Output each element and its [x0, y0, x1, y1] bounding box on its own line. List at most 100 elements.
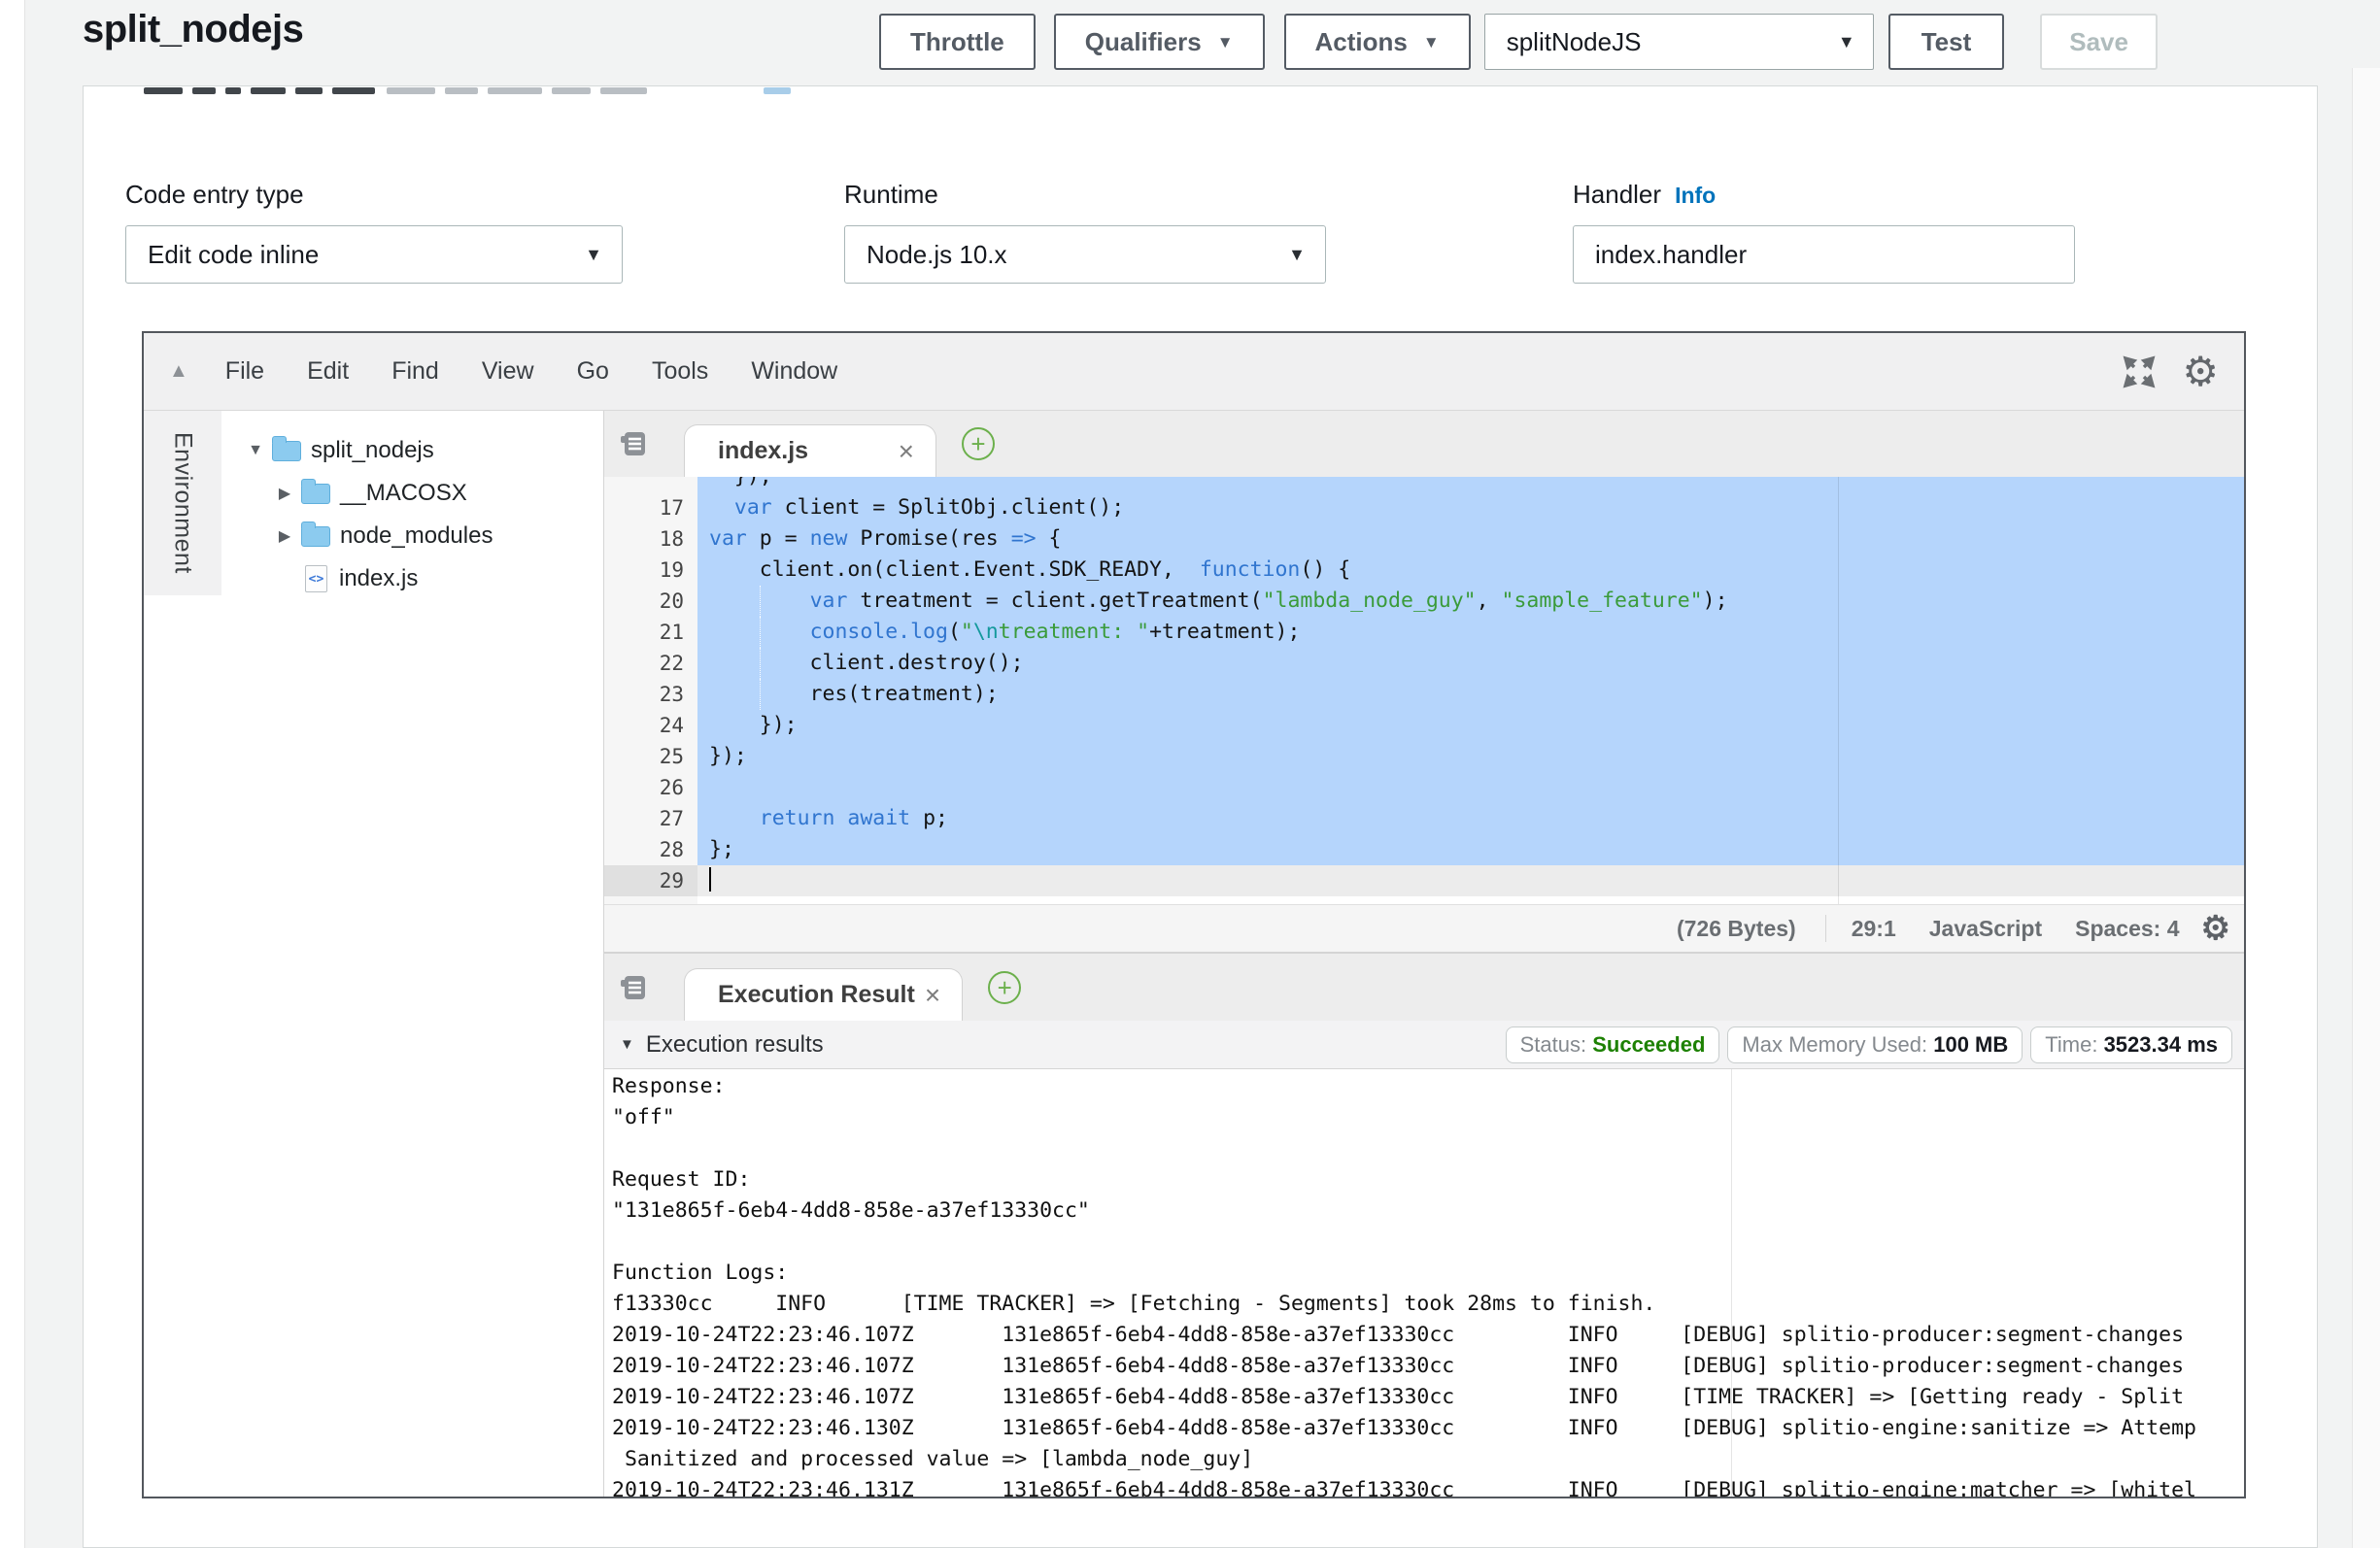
- menu-item-tools[interactable]: Tools: [652, 357, 708, 385]
- statusbar-gear-icon[interactable]: ⚙: [2201, 912, 2230, 945]
- code-line-23[interactable]: 23 res(treatment);: [604, 679, 2244, 710]
- code-text: var p = new Promise(res => {: [697, 523, 2244, 555]
- folder-icon: [272, 441, 301, 461]
- handler-input[interactable]: [1573, 225, 2075, 284]
- tree-item-index.js[interactable]: <>index.js: [221, 557, 603, 600]
- log-line: f13330cc INFO [TIME TRACKER] => [Fetchin…: [612, 1289, 2244, 1320]
- editor-menubar: ▲ File Edit Find View Go Tools Window ⚙: [144, 333, 2244, 411]
- qualifiers-button[interactable]: Qualifiers▼: [1054, 14, 1265, 70]
- file-size: (726 Bytes): [1677, 916, 1796, 942]
- code-entry-type-field: Code entry type Edit code inline ▼: [125, 180, 623, 286]
- code-text: });: [697, 477, 2244, 492]
- execution-log[interactable]: Response:"off"Request ID:"131e865f-6eb4-…: [604, 1069, 2244, 1497]
- tab-index-js[interactable]: index.js ×: [684, 424, 936, 477]
- chevron-down-icon: ▼: [1423, 33, 1440, 52]
- runtime-select[interactable]: Node.js 10.x ▼: [844, 225, 1326, 284]
- code-text: res(treatment);: [697, 679, 2244, 710]
- runtime-field: Runtime Node.js 10.x ▼: [844, 180, 1326, 286]
- line-number: 26: [604, 772, 697, 803]
- code-entry-type-label: Code entry type: [125, 180, 304, 210]
- tree-expand-icon[interactable]: ▼: [243, 442, 268, 459]
- save-button[interactable]: Save: [2040, 14, 2158, 70]
- code-line-29[interactable]: 29: [604, 865, 2244, 896]
- close-icon[interactable]: ×: [899, 436, 914, 467]
- code-entry-type-value: Edit code inline: [148, 240, 319, 270]
- qualifiers-label: Qualifiers: [1085, 27, 1202, 57]
- code-line-25[interactable]: 25});: [604, 741, 2244, 772]
- menu-item-file[interactable]: File: [225, 357, 264, 385]
- log-line: Sanitized and processed value => [lambda…: [612, 1444, 2244, 1475]
- environment-tab[interactable]: Environment: [144, 411, 221, 595]
- collapse-menu-icon[interactable]: ▲: [169, 360, 188, 383]
- tab-list-icon[interactable]: [618, 972, 649, 1003]
- code-line-18[interactable]: 18var p = new Promise(res => {: [604, 523, 2244, 555]
- handler-field: HandlerInfo: [1573, 180, 2075, 286]
- memory-badge: Max Memory Used: 100 MB: [1727, 1026, 2023, 1063]
- code-text: client.on(client.Event.SDK_READY, functi…: [697, 555, 2244, 586]
- line-number: 24: [604, 710, 697, 741]
- log-line: Request ID:: [612, 1164, 2244, 1195]
- page-title: split_nodejs: [83, 8, 303, 51]
- code-line-19[interactable]: 19 client.on(client.Event.SDK_READY, fun…: [604, 555, 2244, 586]
- menu-item-go[interactable]: Go: [577, 357, 609, 385]
- log-line: 2019-10-24T22:23:46.107Z 131e865f-6eb4-4…: [612, 1351, 2244, 1382]
- test-event-select[interactable]: splitNodeJS▼: [1484, 14, 1874, 70]
- code-text: [697, 865, 2244, 896]
- close-icon[interactable]: ×: [925, 980, 940, 1011]
- environment-sidebar: Environment ▼split_nodejs⚙▾▶__MACOSX▶nod…: [144, 411, 604, 1497]
- new-tab-button[interactable]: +: [988, 971, 1021, 1004]
- line-number: 20: [604, 586, 697, 617]
- code-line-24[interactable]: 24 });: [604, 710, 2244, 741]
- editor-settings-gear-icon[interactable]: ⚙: [2182, 352, 2219, 392]
- tree-item-__MACOSX[interactable]: ▶__MACOSX: [221, 472, 603, 515]
- tab-execution-result[interactable]: Execution Result ×: [684, 968, 963, 1021]
- code-line-28[interactable]: 28};: [604, 834, 2244, 865]
- handler-info-link[interactable]: Info: [1675, 183, 1716, 208]
- log-line: 2019-10-24T22:23:46.107Z 131e865f-6eb4-4…: [612, 1382, 2244, 1413]
- language-mode[interactable]: JavaScript: [1929, 916, 2042, 942]
- handler-label: HandlerInfo: [1573, 180, 1716, 210]
- chevron-down-icon: ▼: [1838, 32, 1855, 52]
- log-line: 2019-10-24T22:23:46.107Z 131e865f-6eb4-4…: [612, 1320, 2244, 1351]
- test-button[interactable]: Test: [1888, 14, 2005, 70]
- menu-item-find[interactable]: Find: [391, 357, 439, 385]
- code-line-22[interactable]: 22 client.destroy();: [604, 648, 2244, 679]
- line-number: 29: [604, 865, 697, 896]
- menu-items: File Edit Find View Go Tools Window: [225, 357, 880, 386]
- tree-item-node_modules[interactable]: ▶node_modules: [221, 515, 603, 557]
- page-scrollbar[interactable]: [2352, 68, 2380, 1548]
- menu-item-view[interactable]: View: [482, 357, 534, 385]
- function-code-panel: Code entry type Edit code inline ▼ Runti…: [83, 85, 2318, 1548]
- indentation-setting[interactable]: Spaces: 4: [2075, 916, 2179, 942]
- code-area[interactable]: });17 var client = SplitObj.client();18v…: [604, 477, 2244, 904]
- menu-item-edit[interactable]: Edit: [307, 357, 349, 385]
- text-cursor: [709, 867, 711, 892]
- code-line-21[interactable]: 21 console.log("\ntreatment: "+treatment…: [604, 617, 2244, 648]
- line-number: 25: [604, 741, 697, 772]
- header-actions: Throttle Qualifiers▼ Actions▼ splitNodeJ…: [879, 14, 2158, 70]
- code-line[interactable]: });: [604, 477, 2244, 492]
- time-badge: Time: 3523.34 ms: [2030, 1026, 2232, 1063]
- fullscreen-icon[interactable]: [2122, 354, 2157, 389]
- code-entry-type-select[interactable]: Edit code inline ▼: [125, 225, 623, 284]
- actions-button[interactable]: Actions▼: [1284, 14, 1471, 70]
- code-lines: });17 var client = SplitObj.client();18v…: [604, 477, 2244, 896]
- line-number: 21: [604, 617, 697, 648]
- tree-item-label: split_nodejs: [311, 437, 434, 464]
- tree-expand-icon[interactable]: ▶: [272, 484, 297, 503]
- tree-expand-icon[interactable]: ▶: [272, 526, 297, 546]
- throttle-button[interactable]: Throttle: [879, 14, 1036, 70]
- code-text: });: [697, 710, 2244, 741]
- code-line-20[interactable]: 20 var treatment = client.getTreatment("…: [604, 586, 2244, 617]
- code-line-17[interactable]: 17 var client = SplitObj.client();: [604, 492, 2244, 523]
- tab-list-icon[interactable]: [618, 428, 649, 459]
- cursor-position[interactable]: 29:1: [1852, 916, 1896, 942]
- new-tab-button[interactable]: +: [962, 427, 995, 460]
- code-text: client.destroy();: [697, 648, 2244, 679]
- code-line-27[interactable]: 27 return await p;: [604, 803, 2244, 834]
- collapse-results-icon[interactable]: ▼: [620, 1036, 634, 1053]
- menu-item-window[interactable]: Window: [751, 357, 837, 385]
- tree-item-split_nodejs[interactable]: ▼split_nodejs⚙▾: [221, 429, 603, 472]
- editor-statusbar: (726 Bytes) 29:1 JavaScript Spaces: 4 ⚙: [604, 904, 2244, 953]
- code-line-26[interactable]: 26: [604, 772, 2244, 803]
